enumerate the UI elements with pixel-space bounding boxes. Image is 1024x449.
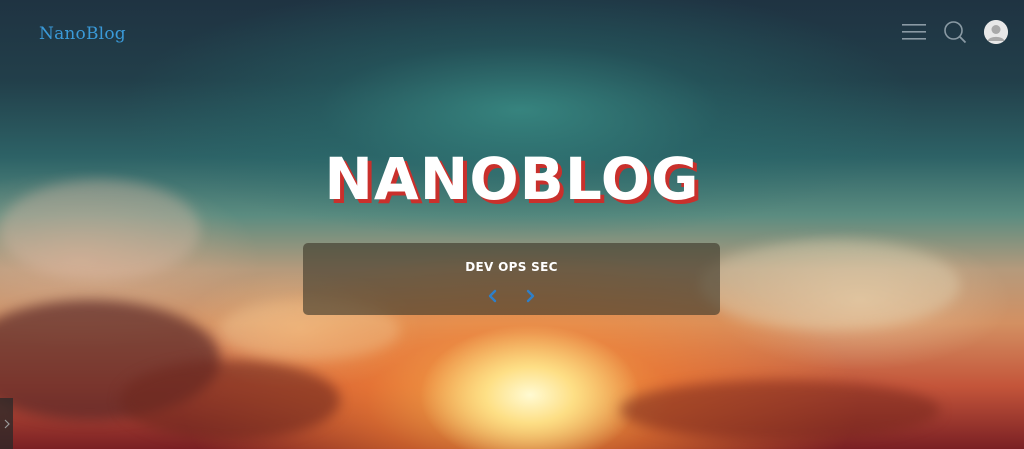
hamburger-menu-icon[interactable] <box>902 20 926 44</box>
top-navigation: NanoBlog <box>0 0 1024 70</box>
dark-cloud <box>120 360 340 440</box>
tag-slider: DEV OPS SEC <box>303 243 720 315</box>
hero-title: NANOBLOG <box>324 145 700 213</box>
brand-logo-link[interactable]: NanoBlog <box>39 24 126 44</box>
header-actions <box>902 18 1008 46</box>
chevron-right-icon <box>4 419 10 428</box>
slider-label[interactable]: DEV OPS SEC <box>303 260 720 274</box>
light-cloud <box>700 240 960 330</box>
chevron-left-icon[interactable] <box>486 288 500 303</box>
user-avatar-icon[interactable] <box>984 20 1008 44</box>
search-icon[interactable] <box>943 20 967 44</box>
sidebar-toggle[interactable] <box>0 398 13 449</box>
dark-cloud <box>620 380 940 440</box>
chevron-right-icon[interactable] <box>523 288 537 303</box>
